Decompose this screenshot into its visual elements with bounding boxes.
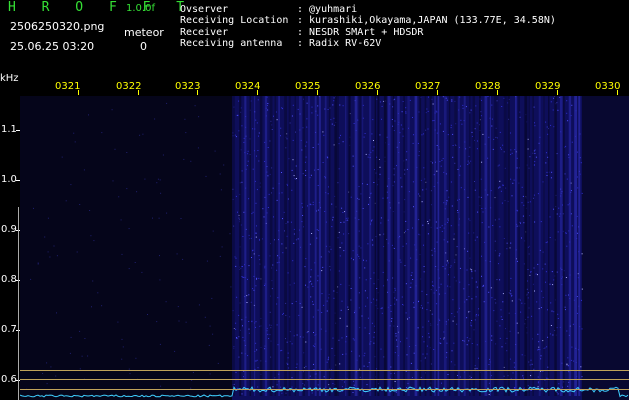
time-tick	[557, 90, 558, 95]
time-tick	[377, 90, 378, 95]
capture-datetime: 25.06.25 03:20	[10, 40, 95, 53]
spectrogram-plot	[20, 96, 629, 400]
time-tick	[78, 90, 79, 95]
time-label: 0321	[55, 81, 81, 92]
frequency-axis-line	[18, 207, 19, 400]
info-key-antenna: Receiving antenna	[180, 38, 283, 49]
spectrogram-noise	[20, 96, 629, 400]
info-key-observer: Ovserver	[180, 4, 229, 15]
info-key-receiver: Receiver	[180, 27, 229, 38]
info-value-location: : kurashiki,Okayama,JAPAN (133.77E, 34.5…	[297, 15, 556, 26]
info-key-location: Receiving Location	[180, 15, 289, 26]
frequency-unit-label: kHz	[0, 73, 19, 84]
frequency-label: 1.0	[1, 174, 17, 185]
reference-line	[20, 389, 629, 390]
info-value-receiver: : NESDR SMArt + HDSDR	[297, 27, 424, 38]
time-tick	[497, 90, 498, 95]
meteor-label: meteor	[124, 26, 164, 39]
time-tick	[138, 90, 139, 95]
file-name: 2506250320.png	[10, 20, 105, 33]
time-tick	[317, 90, 318, 95]
frequency-label: 0.6	[1, 374, 17, 385]
app-title: H R O F F T	[8, 0, 194, 15]
frequency-label: 1.1	[1, 124, 17, 135]
info-value-antenna: : Radix RV-62V	[297, 38, 382, 49]
meteor-count: 0	[140, 40, 147, 53]
frequency-label: 0.8	[1, 274, 17, 285]
frequency-label: 0.9	[1, 224, 17, 235]
time-tick	[617, 90, 618, 95]
reference-line	[20, 370, 629, 371]
info-value-observer: : @yuhmari	[297, 4, 358, 15]
frequency-label: 0.7	[1, 324, 17, 335]
reference-line	[20, 379, 629, 380]
time-tick	[197, 90, 198, 95]
time-tick	[257, 90, 258, 95]
app-version: 1.0.0f	[126, 3, 155, 14]
time-tick	[437, 90, 438, 95]
